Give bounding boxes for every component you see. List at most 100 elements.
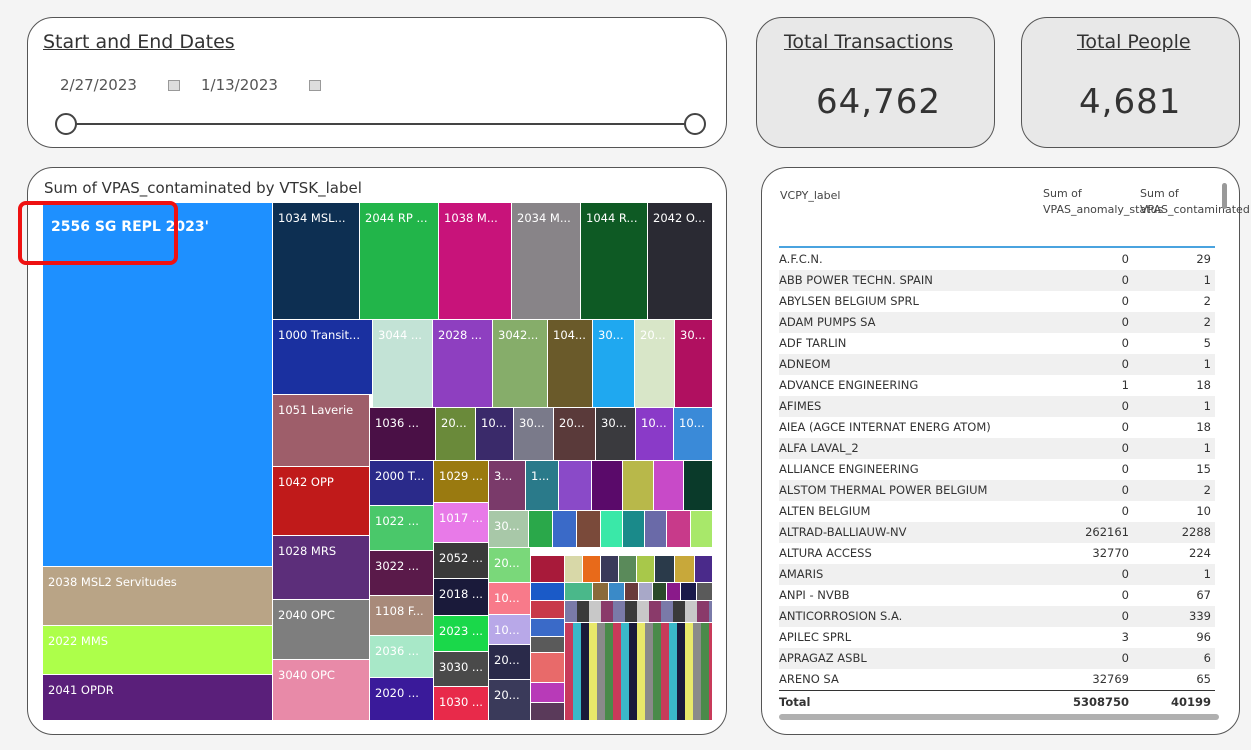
table-row[interactable]: ARENO SA 32769 65 (779, 669, 1215, 690)
treemap-cell[interactable]: 2034 M... (512, 203, 581, 320)
treemap-cell[interactable]: 30... (489, 511, 529, 548)
treemap-cell[interactable] (592, 461, 623, 511)
table-row[interactable]: APRAGAZ ASBL 0 6 (779, 648, 1215, 669)
treemap-cell[interactable] (601, 556, 619, 583)
table-row[interactable]: AIEA (AGCE INTERNAT ENERG ATOM) 0 18 (779, 417, 1215, 438)
treemap-cell[interactable]: 1108 F... (370, 596, 434, 636)
table-row[interactable]: A.F.C.N. 0 29 (779, 249, 1215, 270)
treemap-cell[interactable]: 10... (674, 408, 713, 461)
vertical-scrollbar[interactable] (1222, 183, 1227, 209)
treemap-cell[interactable]: 1036 ... (370, 408, 436, 461)
treemap-cell[interactable]: 1034 MSL... (273, 203, 360, 320)
treemap-cell[interactable]: 1028 MRS (273, 536, 370, 600)
treemap-cell[interactable]: 2020 ... (370, 678, 434, 721)
treemap-cell[interactable] (593, 583, 609, 601)
table-row[interactable]: AFIMES 0 1 (779, 396, 1215, 417)
table-row[interactable]: ABB POWER TECHN. SPAIN 0 1 (779, 270, 1215, 291)
table-row[interactable]: ABYLSEN BELGIUM SPRL 0 2 (779, 291, 1215, 312)
treemap-cell[interactable] (583, 556, 601, 583)
table-row[interactable]: AMARIS 0 1 (779, 564, 1215, 585)
table-row[interactable]: ALTEN BELGIUM 0 10 (779, 501, 1215, 522)
treemap-cell[interactable] (531, 653, 565, 683)
treemap-cell[interactable]: 2041 OPDR (43, 675, 273, 721)
treemap-cell[interactable]: 2036 ... (370, 636, 434, 678)
treemap-cell[interactable] (609, 583, 625, 601)
calendar-icon[interactable] (168, 80, 180, 91)
treemap-cell[interactable] (565, 601, 713, 623)
col-header-contaminated[interactable]: Sum of VPAS_contaminated (1140, 186, 1250, 218)
treemap-cell[interactable]: 3... (489, 461, 526, 511)
treemap-cell[interactable]: 30... (514, 408, 554, 461)
treemap-cell[interactable]: 30... (596, 408, 636, 461)
treemap-cell[interactable]: 20... (489, 548, 531, 583)
calendar-icon[interactable] (309, 80, 321, 91)
treemap-cell[interactable]: 20... (436, 408, 476, 461)
treemap-cell[interactable]: 20... (489, 645, 531, 680)
treemap-cell[interactable]: 3044 ... (373, 320, 433, 408)
treemap-cell[interactable] (684, 461, 713, 511)
col-header-anomaly[interactable]: Sum of VPAS_anomaly_status (1043, 186, 1163, 218)
treemap-cell[interactable] (531, 556, 565, 583)
treemap-cell[interactable]: 3030 ... (434, 652, 489, 687)
treemap-cell[interactable]: 2040 OPC (273, 600, 370, 660)
col-header-label[interactable]: VCPY_label (780, 188, 840, 204)
treemap-cell[interactable]: 3040 OPC (273, 660, 370, 721)
treemap-cell[interactable] (691, 511, 713, 548)
treemap-cell[interactable]: 1038 M... (439, 203, 512, 320)
treemap-cell[interactable]: 1042 OPP (273, 467, 370, 536)
treemap-cell[interactable]: 2042 O... (648, 203, 713, 320)
treemap-cell[interactable] (667, 583, 681, 601)
treemap-cell[interactable] (559, 461, 592, 511)
treemap-cell[interactable]: 3042... (493, 320, 548, 408)
treemap-cell[interactable] (623, 511, 645, 548)
table-row[interactable]: ADNEOM 0 1 (779, 354, 1215, 375)
table-row[interactable]: ALSTOM THERMAL POWER BELGIUM 0 2 (779, 480, 1215, 501)
treemap-cell[interactable]: 1030 ... (434, 687, 489, 721)
treemap-cell[interactable]: 2000 T... (370, 461, 434, 506)
treemap-cell[interactable] (565, 583, 593, 601)
treemap-cell[interactable] (531, 637, 565, 653)
treemap-cell[interactable]: 3022 ... (370, 551, 434, 596)
treemap-cell[interactable] (619, 556, 637, 583)
treemap-cell[interactable] (577, 511, 601, 548)
treemap-cell[interactable]: 10... (489, 615, 531, 645)
treemap-cell[interactable] (655, 556, 675, 583)
treemap-cell[interactable] (531, 601, 565, 619)
treemap-cell[interactable] (639, 583, 653, 601)
table-row[interactable]: ADVANCE ENGINEERING 1 18 (779, 375, 1215, 396)
treemap-cell[interactable] (553, 511, 577, 548)
treemap-cell[interactable]: 2022 MMS (43, 626, 273, 675)
table-row[interactable]: ALLIANCE ENGINEERING 0 15 (779, 459, 1215, 480)
treemap-cell[interactable] (667, 511, 691, 548)
treemap-cell[interactable]: 30... (593, 320, 635, 408)
treemap-cell[interactable]: 2023 ... (434, 616, 489, 652)
treemap-cell[interactable] (601, 511, 623, 548)
table-row[interactable]: ANTICORROSION S.A. 0 339 (779, 606, 1215, 627)
treemap-cell[interactable]: 1029 ... (434, 461, 489, 503)
treemap-cell[interactable]: 10... (489, 583, 531, 615)
treemap-cell[interactable] (623, 461, 654, 511)
treemap-cell[interactable]: 2018 ... (434, 579, 489, 616)
treemap-cell[interactable] (637, 556, 655, 583)
treemap-cell[interactable]: 1044 R... (581, 203, 648, 320)
treemap-cell[interactable] (653, 583, 667, 601)
treemap-cell[interactable]: 20... (635, 320, 675, 408)
start-date-field[interactable]: 2/27/2023 (60, 76, 137, 94)
treemap-cell[interactable]: 2044 RP ... (360, 203, 439, 320)
treemap-cell[interactable]: 20... (489, 680, 531, 721)
treemap-cell[interactable]: 30... (675, 320, 713, 408)
table-row[interactable]: ANPI - NVBB 0 67 (779, 585, 1215, 606)
slider-end-handle[interactable] (684, 113, 706, 135)
end-date-field[interactable]: 1/13/2023 (201, 76, 278, 94)
treemap-cell[interactable]: 10... (636, 408, 674, 461)
treemap-cell[interactable] (675, 556, 695, 583)
treemap-cell[interactable]: 20... (554, 408, 596, 461)
table-row[interactable]: ALTRAD-BALLIAUW-NV 262161 2288 (779, 522, 1215, 543)
treemap-cell[interactable] (625, 583, 639, 601)
table-row[interactable]: APILEC SPRL 3 96 (779, 627, 1215, 648)
treemap-cell[interactable] (531, 583, 565, 601)
treemap-cell[interactable] (681, 583, 697, 601)
treemap-cell[interactable] (531, 619, 565, 637)
treemap-cell[interactable]: 104... (548, 320, 593, 408)
treemap-cell[interactable] (695, 556, 713, 583)
